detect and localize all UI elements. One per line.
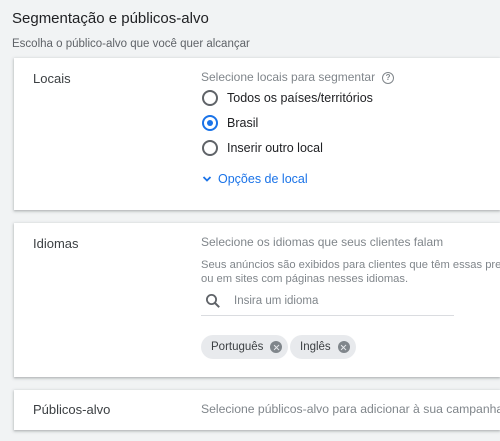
audiences-card[interactable]: Públicos-alvo Selecione públicos-alvo pa… bbox=[14, 390, 500, 430]
search-icon bbox=[206, 294, 220, 308]
languages-hint: Selecione os idiomas que seus clientes f… bbox=[201, 235, 444, 249]
chevron-down-icon bbox=[202, 176, 212, 182]
language-chip-ingles: Inglês bbox=[290, 335, 356, 359]
location-option-label: Inserir outro local bbox=[227, 141, 323, 155]
location-options-link[interactable]: Opções de local bbox=[202, 172, 308, 186]
page-header: Segmentação e públicos-alvo Escolha o pú… bbox=[12, 9, 250, 51]
location-option-all[interactable]: Todos os países/territórios bbox=[202, 89, 373, 107]
location-option-other[interactable]: Inserir outro local bbox=[202, 139, 323, 157]
page-title: Segmentação e públicos-alvo bbox=[12, 10, 209, 27]
chip-label: Inglês bbox=[300, 341, 331, 353]
locations-label: Locais bbox=[33, 71, 71, 86]
audiences-hint: Selecione públicos-alvo para adicionar à… bbox=[201, 402, 500, 416]
languages-description-line: ou em sites com páginas nesses idiomas. bbox=[201, 273, 409, 285]
radio-button-icon[interactable] bbox=[202, 90, 218, 106]
languages-label: Idiomas bbox=[33, 236, 79, 251]
radio-button-icon[interactable] bbox=[202, 140, 218, 156]
language-search-input[interactable] bbox=[232, 290, 446, 312]
languages-description-line: Seus anúncios são exibidos para clientes… bbox=[201, 259, 500, 271]
help-circle-icon[interactable]: ? bbox=[382, 72, 395, 84]
chip-label: Português bbox=[211, 341, 264, 353]
audiences-label: Públicos-alvo bbox=[33, 402, 111, 417]
location-option-label: Brasil bbox=[227, 116, 259, 130]
language-chip-portugues: Português bbox=[201, 335, 289, 359]
remove-chip-icon[interactable] bbox=[337, 341, 350, 353]
location-options-label: Opções de local bbox=[218, 172, 308, 186]
languages-description: Seus anúncios são exibidos para clientes… bbox=[201, 258, 500, 286]
remove-chip-icon[interactable] bbox=[270, 341, 283, 353]
radio-button-selected-icon[interactable] bbox=[202, 115, 218, 131]
locations-hint: Selecione locais para segmentar? bbox=[201, 70, 395, 84]
location-option-label: Todos os países/territórios bbox=[227, 91, 373, 105]
languages-card: Idiomas Selecione os idiomas que seus cl… bbox=[14, 223, 500, 377]
locations-card: Locais Selecione locais para segmentar? … bbox=[14, 58, 500, 210]
page-subtitle: Escolha o público-alvo que você quer alc… bbox=[12, 38, 250, 50]
locations-hint-text: Selecione locais para segmentar bbox=[201, 70, 376, 84]
language-search[interactable] bbox=[201, 287, 454, 316]
location-option-brasil[interactable]: Brasil bbox=[202, 114, 258, 132]
